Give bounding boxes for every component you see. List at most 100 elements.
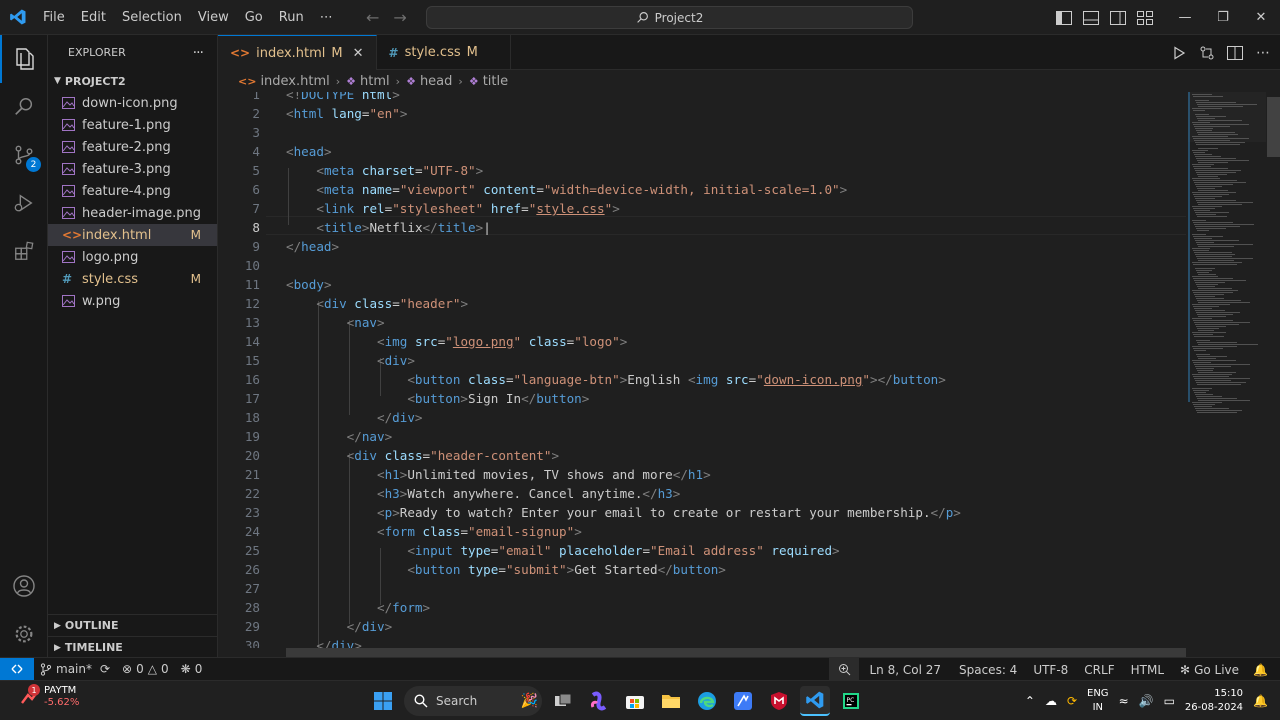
wifi-icon[interactable]: ≈ [1119, 694, 1129, 708]
show-hidden-icons-icon[interactable]: ⌃ [1025, 694, 1035, 708]
go-live-button[interactable]: ✻ Go Live [1172, 658, 1247, 681]
menu-item[interactable]: Edit [73, 0, 114, 35]
code-line[interactable]: 29 </div> [218, 617, 1188, 636]
code-line[interactable]: 19 </nav> [218, 427, 1188, 446]
notifications-bell-icon[interactable]: 🔔 [1247, 658, 1280, 681]
ports-status[interactable]: ❋ 0 [175, 658, 209, 681]
zoom-icon[interactable] [829, 658, 860, 681]
vertical-scrollbar[interactable] [1266, 92, 1280, 648]
cursor-position[interactable]: Ln 8, Col 27 [859, 658, 951, 681]
editor-tab[interactable]: # style.css M [377, 35, 511, 70]
command-center-search[interactable]: Project2 [426, 6, 913, 29]
code-line[interactable]: 6 <meta name="viewport" content="width=d… [218, 180, 1188, 199]
code-line[interactable]: 2 <html lang="en"> [218, 104, 1188, 123]
code-line[interactable]: 16 <button class="language-btn">English … [218, 370, 1188, 389]
file-item[interactable]: <> index.html M [48, 224, 217, 246]
pycharm-icon[interactable]: PC [836, 686, 866, 716]
file-item[interactable]: header-image.png [48, 202, 217, 224]
close-tab-icon[interactable]: ✕ [353, 46, 364, 61]
code-line[interactable]: 22 <h3>Watch anywhere. Cancel anytime.</… [218, 484, 1188, 503]
file-item[interactable]: logo.png [48, 246, 217, 268]
accounts-icon[interactable] [0, 562, 48, 610]
branch-status[interactable]: main* ⟳ [34, 658, 116, 681]
horizontal-scrollbar[interactable] [286, 648, 1186, 657]
update-icon[interactable]: ⟳ [1067, 694, 1077, 708]
menu-item[interactable]: View [190, 0, 237, 35]
breadcrumb-item[interactable]: html [360, 74, 390, 89]
code-line[interactable]: 3 [218, 123, 1188, 142]
code-line[interactable]: 21 <h1>Unlimited movies, TV shows and mo… [218, 465, 1188, 484]
menu-item[interactable]: Go [237, 0, 271, 35]
scrollbar-thumb[interactable] [1267, 97, 1280, 157]
code-line[interactable]: 4 <head> [218, 142, 1188, 161]
code-line[interactable]: 14 <img src="logo.png" class="logo"> [218, 332, 1188, 351]
windows-start-icon[interactable] [368, 686, 398, 716]
file-item[interactable]: feature-3.png [48, 158, 217, 180]
volume-icon[interactable]: 🔊 [1139, 694, 1154, 708]
language-mode[interactable]: HTML [1123, 658, 1172, 681]
code-line[interactable]: 25 <input type="email" placeholder="Emai… [218, 541, 1188, 560]
file-item[interactable]: # style.css M [48, 268, 217, 290]
menu-item[interactable]: ⋯ [312, 0, 341, 35]
file-item[interactable]: w.png [48, 290, 217, 312]
stock-widget[interactable]: 1 PAYTM -5.62% [20, 684, 79, 709]
file-item[interactable]: down-icon.png [48, 92, 217, 114]
code-line[interactable]: 20 <div class="header-content"> [218, 446, 1188, 465]
copilot-icon[interactable] [584, 686, 614, 716]
code-line[interactable]: 24 <form class="email-signup"> [218, 522, 1188, 541]
menu-item[interactable]: Run [271, 0, 312, 35]
more-actions-icon[interactable]: ··· [193, 45, 204, 61]
code-line[interactable]: 11 <body> [218, 275, 1188, 294]
minimize-icon[interactable]: — [1166, 0, 1204, 35]
split-editor-icon[interactable] [1226, 44, 1244, 62]
code-line[interactable]: 8 <title>Netflix</title>| [218, 218, 1188, 237]
minimap[interactable] [1188, 92, 1266, 648]
encoding[interactable]: UTF-8 [1025, 658, 1076, 681]
editor-app-icon[interactable] [728, 686, 758, 716]
source-control-icon[interactable]: 2 [0, 131, 48, 179]
editor-tab[interactable]: <> index.html M ✕ [218, 35, 377, 70]
mcafee-icon[interactable] [764, 686, 794, 716]
menu-item[interactable]: Selection [114, 0, 190, 35]
toggle-secondary-sidebar-icon[interactable] [1104, 0, 1131, 35]
code-line[interactable]: 7 <link rel="stylesheet" href="style.css… [218, 199, 1188, 218]
search-activity-icon[interactable] [0, 83, 48, 131]
line-ending[interactable]: CRLF [1076, 658, 1122, 681]
code-line[interactable]: 28 </form> [218, 598, 1188, 617]
back-arrow-icon[interactable]: ← [366, 8, 379, 27]
code-editor[interactable]: 1 <!DOCTYPE html> 2 <html lang="en"> 3 4 <head… [218, 92, 1188, 648]
timeline-section[interactable]: ▶ TIMELINE [48, 636, 218, 658]
code-line[interactable]: 23 <p>Ready to watch? Enter your email t… [218, 503, 1188, 522]
edge-browser-icon[interactable] [692, 686, 722, 716]
file-explorer-icon[interactable] [656, 686, 686, 716]
code-line[interactable]: 30 </div> [218, 636, 1188, 648]
close-window-icon[interactable]: ✕ [1242, 0, 1280, 35]
clock[interactable]: 15:10 26-08-2024 [1185, 687, 1243, 715]
indentation[interactable]: Spaces: 4 [951, 658, 1025, 681]
code-line[interactable]: 10 [218, 256, 1188, 275]
breadcrumb-item[interactable]: head [420, 74, 452, 89]
extensions-icon[interactable] [0, 227, 48, 275]
forward-arrow-icon[interactable]: → [393, 8, 406, 27]
manage-gear-icon[interactable] [0, 610, 48, 658]
project-folder-header[interactable]: ▼ PROJECT2 [48, 70, 217, 92]
problems-status[interactable]: ⊗ 0 △ 0 [116, 658, 175, 681]
file-item[interactable]: feature-4.png [48, 180, 217, 202]
code-line[interactable]: 17 <button>Sign In</button> [218, 389, 1188, 408]
code-line[interactable]: 9 </head> [218, 237, 1188, 256]
file-item[interactable]: feature-2.png [48, 136, 217, 158]
run-debug-icon[interactable] [0, 179, 48, 227]
breadcrumb-item[interactable]: index.html [260, 74, 329, 89]
code-line[interactable]: 27 [218, 579, 1188, 598]
file-item[interactable]: feature-1.png [48, 114, 217, 136]
notification-center-icon[interactable]: 🔔 [1253, 694, 1268, 708]
customize-layout-icon[interactable] [1131, 0, 1158, 35]
language-indicator[interactable]: ENG IN [1087, 687, 1109, 715]
vscode-taskbar-icon[interactable] [800, 686, 830, 716]
sync-icon[interactable]: ⟳ [100, 662, 110, 676]
code-line[interactable]: 1 <!DOCTYPE html> [218, 92, 1188, 104]
code-line[interactable]: 15 <div> [218, 351, 1188, 370]
toggle-panel-icon[interactable] [1077, 0, 1104, 35]
cloud-icon[interactable]: ☁ [1045, 694, 1057, 708]
taskbar-search[interactable]: Search 🎉 [404, 686, 542, 716]
